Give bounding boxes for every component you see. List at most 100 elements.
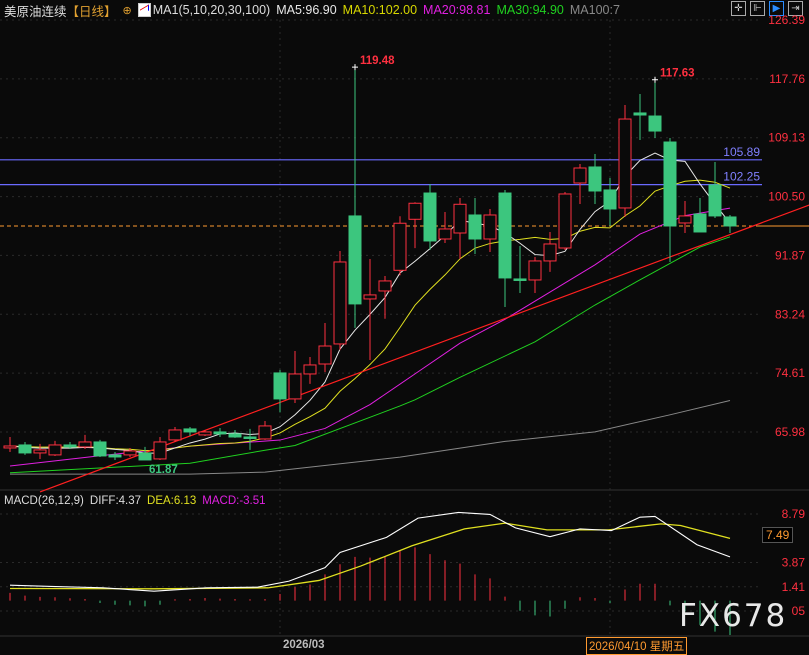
candlestick [528, 256, 542, 293]
dea-value: DEA:6.13 [147, 495, 197, 507]
candle-body [348, 215, 362, 305]
macd-axis-label: 1.41 [782, 580, 806, 594]
candlestick [243, 428, 257, 450]
candlestick [498, 189, 512, 307]
candlestick [198, 429, 212, 436]
candle-body [498, 192, 512, 279]
hline-label: 105.89 [723, 145, 760, 159]
candle-body [213, 431, 227, 435]
price-axis-label: 117.76 [769, 72, 805, 86]
candle-body [18, 444, 32, 454]
candle-body [93, 441, 107, 457]
candlestick [273, 369, 287, 413]
candle-body [513, 278, 527, 281]
macd-value: MACD:-3.51 [202, 495, 266, 507]
candlestick [633, 93, 647, 140]
macd-header: MACD(26,12,9) DIFF:4.37 DEA:6.13 MACD:-3… [4, 495, 266, 507]
candle-body [63, 444, 77, 448]
candlestick [468, 198, 482, 254]
candlestick [48, 440, 62, 456]
fx678-watermark: FX678 [679, 598, 788, 634]
candle-body [483, 214, 497, 240]
candle-body [618, 118, 632, 209]
candle-body [123, 450, 137, 456]
candle-body [678, 215, 692, 224]
candlestick [423, 183, 437, 250]
kline-chart[interactable]: 126.39 117.76 109.13 100.50 91.87 83.24 74.61 6… [0, 0, 809, 655]
candle-body [408, 202, 422, 220]
candle-body [588, 166, 602, 192]
macd-axis-label: 05 [792, 604, 806, 618]
candlestick [258, 420, 272, 440]
candle-body [198, 431, 212, 436]
candlestick [138, 446, 152, 461]
candle-body [378, 280, 392, 292]
candle-body [258, 425, 272, 440]
price-axis-label: 126.39 [768, 13, 805, 27]
candle-body [228, 433, 242, 438]
candlestick [543, 231, 557, 272]
candlestick [723, 214, 737, 233]
candle-body [333, 261, 347, 345]
candle-body [648, 115, 662, 132]
candle-body [243, 436, 257, 439]
candle-body [603, 189, 617, 210]
candlestick [333, 250, 347, 351]
price-axis-label: 74.61 [775, 366, 805, 380]
candle-body [138, 452, 152, 461]
candle-body [48, 444, 62, 456]
candlestick [648, 79, 662, 138]
candle-body [3, 445, 17, 449]
candle-body [723, 216, 737, 227]
candle-body [108, 454, 122, 458]
candlestick [393, 216, 407, 276]
macd-title: MACD(26,12,9) [4, 495, 84, 507]
candlestick [153, 436, 167, 460]
price-axis-label: 100.50 [768, 190, 805, 204]
candlestick [168, 426, 182, 442]
price-axis-label: 83.24 [775, 307, 805, 321]
candlestick [18, 441, 32, 455]
candlestick [708, 161, 722, 218]
candle-body [423, 192, 437, 242]
candlestick [78, 434, 92, 449]
candle-body [153, 441, 167, 460]
candlestick [408, 202, 422, 249]
price-axis-label: 65.98 [775, 425, 805, 439]
candle-body [303, 364, 317, 375]
candlestick [288, 350, 302, 403]
macd-axis-label: 8.79 [782, 507, 806, 521]
candle-body [468, 214, 482, 240]
candlestick [588, 154, 602, 205]
candlestick [3, 436, 17, 452]
cursor-date-label: 2026/04/10 星期五 [586, 637, 688, 655]
candlestick [303, 356, 317, 384]
candle-body [33, 449, 47, 454]
high-price-label: 119.48 [360, 55, 395, 67]
candle-body [573, 167, 587, 184]
candle-body [288, 373, 302, 400]
candlestick [513, 245, 527, 293]
candle-body [663, 141, 677, 227]
candlestick [558, 192, 572, 250]
candlestick [33, 443, 47, 459]
candlestick [483, 208, 497, 252]
price-axis-label: 91.87 [775, 248, 805, 262]
macd-readout-box: 7.49 [762, 527, 794, 543]
candlestick [348, 67, 362, 328]
candlestick [678, 201, 692, 233]
diff-value: DIFF:4.37 [89, 495, 142, 507]
price-axis-label: 109.13 [768, 131, 805, 145]
candlestick [378, 275, 392, 319]
candle-body [453, 203, 467, 234]
candle-body [543, 243, 557, 262]
candlestick [108, 451, 122, 460]
candlestick [618, 104, 632, 217]
candlestick [228, 429, 242, 438]
low-price-label: 61.87 [149, 464, 178, 476]
candlestick [318, 323, 332, 373]
hline-label: 102.25 [723, 170, 760, 184]
high-price-label: 117.63 [660, 68, 695, 80]
candle-body [708, 184, 722, 217]
high-marker [652, 76, 658, 83]
